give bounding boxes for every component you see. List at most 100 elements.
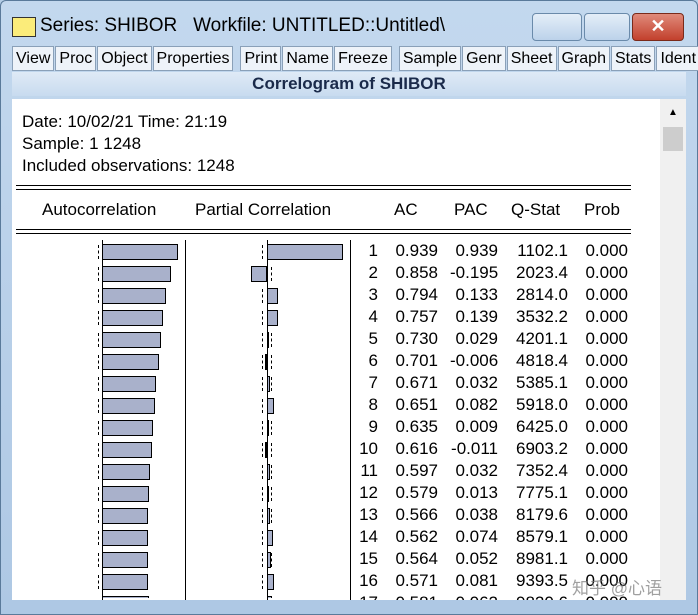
pac-value: 0.029: [455, 329, 498, 348]
ac-value: 0.597: [395, 461, 438, 480]
confidence-band-mark: [271, 355, 272, 369]
ac-value: 0.571: [395, 571, 438, 590]
confidence-band-mark: [262, 443, 263, 457]
q-stat-value: 4201.1: [516, 329, 568, 348]
q-stat-value: 2023.4: [516, 263, 568, 282]
lag: 14: [359, 527, 378, 546]
pac-value: 0.939: [455, 241, 498, 260]
toolbar-sample-button[interactable]: Sample: [398, 46, 462, 71]
pac-bar: [267, 244, 344, 260]
toolbar-genr-button[interactable]: Genr: [462, 46, 506, 71]
ac-bar: [102, 552, 148, 568]
prob-value: 0.000: [585, 417, 628, 436]
close-button[interactable]: ✕: [632, 13, 684, 41]
prob-value: 0.000: [585, 549, 628, 568]
confidence-band-mark: [98, 267, 99, 281]
lag: 11: [360, 461, 378, 480]
ac-bar: [102, 266, 172, 282]
pac-bar: [267, 398, 274, 414]
pac-bar: [267, 464, 270, 480]
series-icon: [12, 17, 36, 37]
col-autocorrelation: Autocorrelation: [42, 200, 157, 219]
q-stat-value: 6903.2: [516, 439, 568, 458]
q-stat-value: 5918.0: [516, 395, 568, 414]
toolbar-view-button[interactable]: View: [12, 46, 55, 71]
toolbar-print-button[interactable]: Print: [240, 46, 282, 71]
confidence-band-mark: [262, 289, 263, 303]
toolbar-freeze-button[interactable]: Freeze: [334, 46, 392, 71]
confidence-band-mark: [98, 509, 99, 523]
lag: 1: [368, 241, 378, 260]
confidence-band-mark: [98, 443, 99, 457]
vertical-scrollbar[interactable]: ▲: [660, 99, 686, 600]
q-stat-value: 6425.0: [516, 417, 568, 436]
view-title: Correlogram of SHIBOR: [12, 72, 686, 96]
ac-value: 0.651: [395, 395, 438, 414]
pac-value: 0.032: [455, 373, 498, 392]
col-pac: PAC: [454, 200, 488, 219]
divider: [16, 229, 631, 230]
confidence-band-mark: [271, 333, 272, 347]
confidence-band-mark: [98, 575, 99, 589]
scrollbar-thumb[interactable]: [663, 127, 683, 151]
prob-value: 0.000: [585, 329, 628, 348]
confidence-band-mark: [98, 311, 99, 325]
col-prob: Prob: [584, 200, 620, 219]
ac-bar: [102, 574, 149, 590]
ac-value: 0.566: [395, 505, 438, 524]
q-stat-value: 7352.4: [516, 461, 568, 480]
toolbar-ident-button[interactable]: Ident: [656, 46, 698, 71]
confidence-band-mark: [271, 465, 272, 479]
ac-value: 0.794: [395, 285, 438, 304]
scroll-up-icon[interactable]: ▲: [668, 107, 678, 118]
toolbar-graph-button[interactable]: Graph: [557, 46, 610, 71]
pac-value: 0.133: [455, 285, 498, 304]
pac-bar: [267, 376, 270, 392]
confidence-band-mark: [98, 399, 99, 413]
q-stat-value: 8179.6: [516, 505, 568, 524]
prob-value: 0.000: [585, 461, 628, 480]
confidence-band-mark: [262, 465, 263, 479]
toolbar-stats-button[interactable]: Stats: [610, 46, 656, 71]
ac-value: 0.579: [395, 483, 438, 502]
confidence-band-mark: [262, 245, 263, 259]
ac-bar: [102, 420, 154, 436]
lag: 6: [368, 351, 378, 370]
confidence-band-mark: [98, 289, 99, 303]
prob-value: 0.000: [585, 505, 628, 524]
confidence-band-mark: [98, 553, 99, 567]
pac-value: 0.139: [455, 307, 498, 326]
pac-value: 0.052: [455, 549, 498, 568]
confidence-band-mark: [98, 465, 99, 479]
ac-bar: [102, 398, 155, 414]
toolbar-properties-button[interactable]: Properties: [152, 46, 234, 71]
lag: 4: [368, 307, 378, 326]
pac-value: -0.195: [450, 263, 499, 282]
sample-range: Sample: 1 1248: [22, 134, 142, 153]
divider: [16, 189, 631, 190]
lag: 10: [359, 439, 378, 458]
pac-bar: [251, 266, 267, 282]
toolbar-sheet-button[interactable]: Sheet: [506, 46, 557, 71]
q-stat-value: 5385.1: [516, 373, 568, 392]
toolbar-name-button[interactable]: Name: [282, 46, 334, 71]
q-stat-value: 8981.1: [516, 549, 568, 568]
confidence-band-mark: [262, 553, 263, 567]
pac-bar: [267, 332, 270, 348]
ac-bar: [102, 376, 157, 392]
maximize-button[interactable]: [584, 13, 630, 41]
pac-bar: [265, 442, 267, 458]
minimize-button[interactable]: [532, 13, 582, 41]
pac-bar: [267, 552, 272, 568]
lag: 9: [368, 417, 378, 436]
toolbar-proc-button[interactable]: Proc: [55, 46, 97, 71]
ac-bar: [102, 244, 179, 260]
q-stat-value: 7775.1: [516, 483, 568, 502]
pac-value: -0.011: [451, 439, 498, 458]
pac-value: 0.013: [455, 483, 498, 502]
q-stat-value: 8579.1: [516, 527, 568, 546]
prob-value: 0.000: [585, 241, 628, 260]
pac-bar: [267, 310, 279, 326]
toolbar-object-button[interactable]: Object: [97, 46, 152, 71]
ac-value: 0.939: [395, 241, 438, 260]
